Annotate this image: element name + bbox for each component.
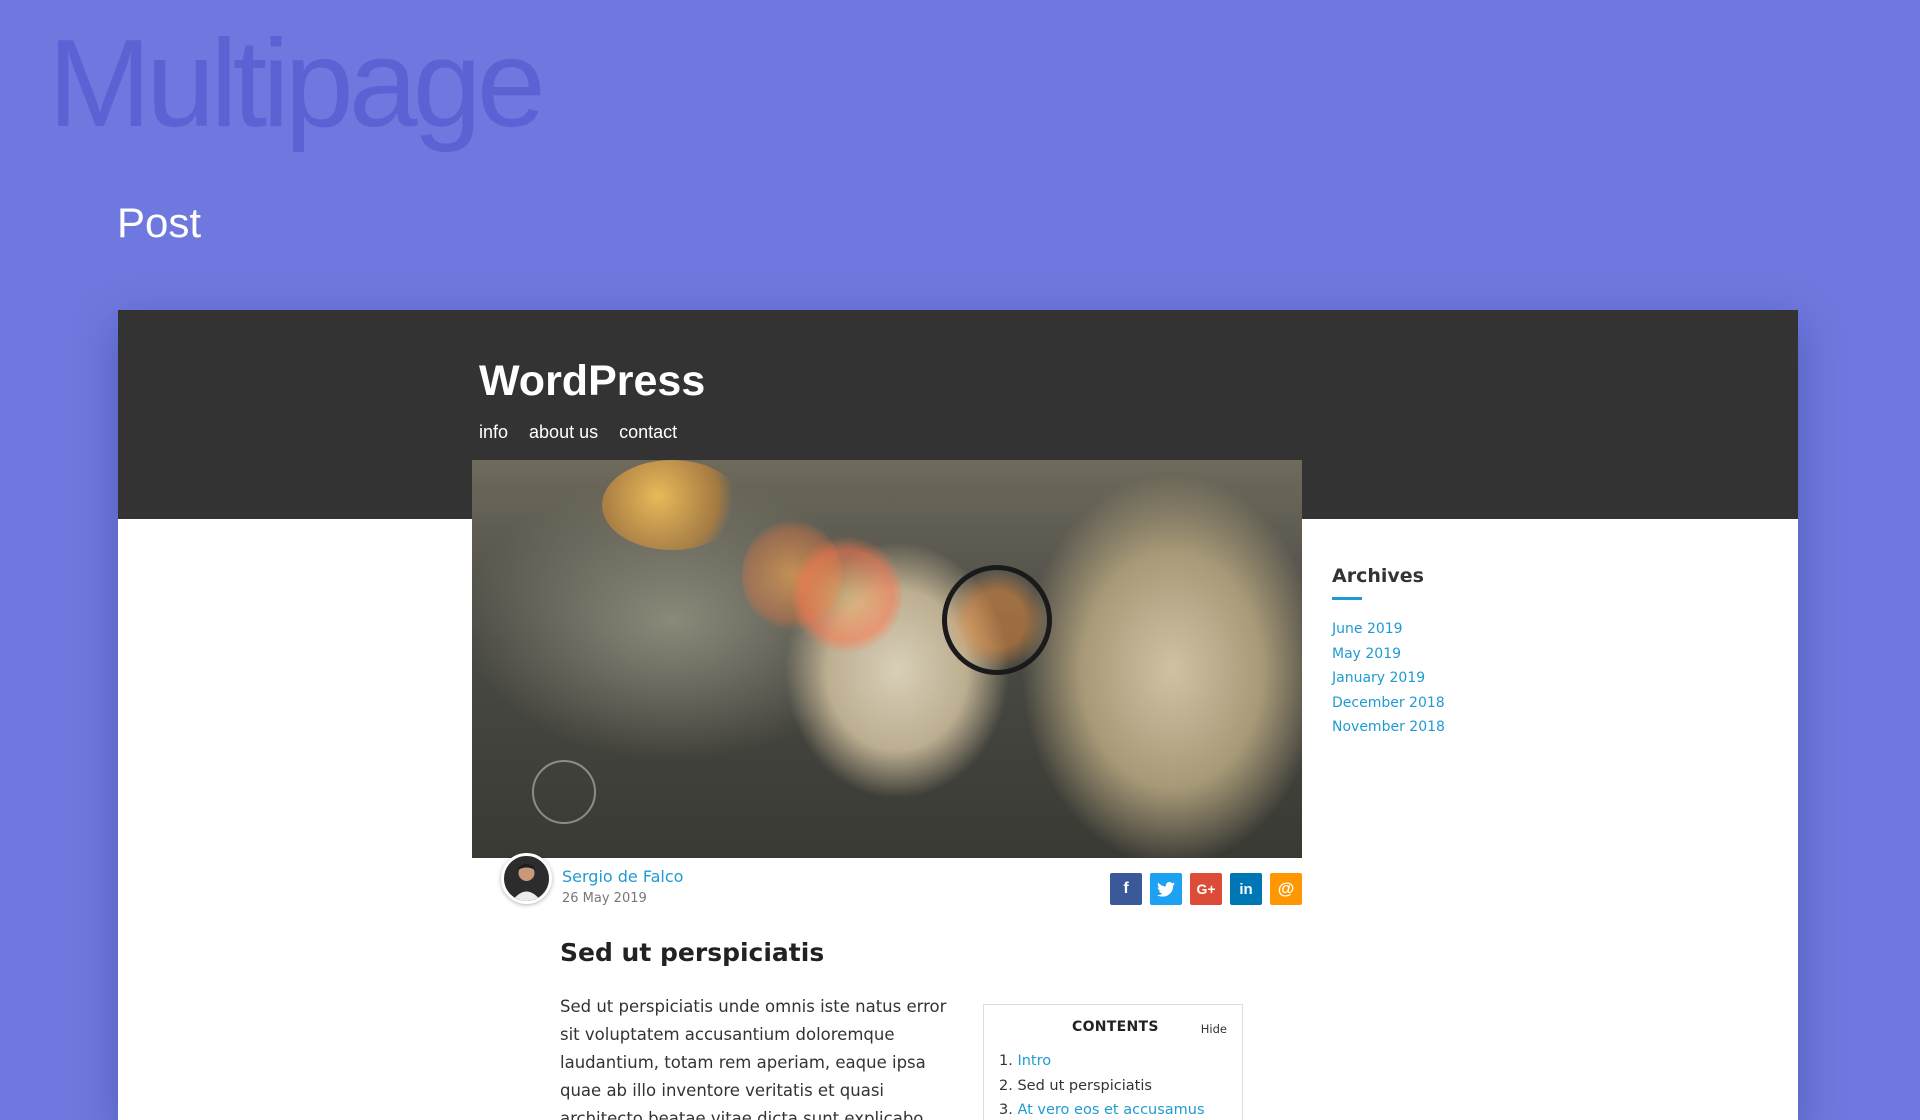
- post-title: Sed ut perspiciatis: [560, 938, 825, 967]
- archives-list: June 2019 May 2019 January 2019 December…: [1332, 617, 1445, 740]
- nav-item-about-us[interactable]: about us: [529, 422, 598, 443]
- post-body: Sed ut perspiciatis unde omnis iste natu…: [560, 997, 947, 1120]
- bubble-shape: [942, 565, 1052, 675]
- archive-link[interactable]: January 2019: [1332, 666, 1445, 691]
- toc-item: 2. Sed ut perspiciatis: [999, 1074, 1205, 1099]
- bubble-shape: [602, 460, 742, 550]
- site-nav: info about us contact: [479, 422, 677, 443]
- post-date: 26 May 2019: [562, 891, 647, 906]
- linkedin-icon[interactable]: in: [1230, 873, 1262, 905]
- table-of-contents: CONTENTS Hide 1. Intro 2. Sed ut perspic…: [983, 1004, 1243, 1120]
- toc-link-intro[interactable]: Intro: [1017, 1053, 1051, 1069]
- email-icon[interactable]: @: [1270, 873, 1302, 905]
- bubble-shape: [792, 535, 902, 655]
- author-name[interactable]: Sergio de Falco: [562, 867, 683, 886]
- site-preview: WordPress info about us contact Sergio d…: [118, 310, 1798, 1120]
- toc-hide-button[interactable]: Hide: [1201, 1022, 1227, 1036]
- toc-item: 1. Intro: [999, 1049, 1205, 1074]
- archives-heading: Archives: [1332, 565, 1424, 587]
- heading-underline: [1332, 597, 1362, 600]
- toc-item-number: 2.: [999, 1077, 1013, 1094]
- toc-item: 3. At vero eos et accusamus: [999, 1098, 1205, 1120]
- toc-heading: CONTENTS: [1072, 1019, 1159, 1035]
- site-title[interactable]: WordPress: [479, 360, 705, 403]
- toc-item-number: 1.: [999, 1053, 1013, 1069]
- nav-item-contact[interactable]: contact: [619, 422, 677, 443]
- author-avatar[interactable]: [501, 853, 552, 904]
- google-plus-icon[interactable]: G+: [1190, 873, 1222, 905]
- toc-item-number: 3.: [999, 1102, 1013, 1118]
- archive-link[interactable]: June 2019: [1332, 617, 1445, 642]
- section-title: Post: [117, 199, 202, 246]
- archive-link[interactable]: December 2018: [1332, 691, 1445, 716]
- toc-item-current: Sed ut perspiciatis: [1017, 1077, 1152, 1094]
- toc-link-at-vero[interactable]: At vero eos et accusamus: [1017, 1102, 1204, 1118]
- facebook-icon[interactable]: f: [1110, 873, 1142, 905]
- toc-list: 1. Intro 2. Sed ut perspiciatis 3. At ve…: [999, 1049, 1205, 1120]
- share-buttons: f G+ in @: [1110, 873, 1302, 905]
- bubble-shape: [532, 760, 596, 824]
- brand-watermark: Multipage: [48, 15, 546, 153]
- nav-item-info[interactable]: info: [479, 422, 508, 443]
- archive-link[interactable]: November 2018: [1332, 715, 1445, 740]
- archive-link[interactable]: May 2019: [1332, 642, 1445, 667]
- hero-image: [472, 460, 1302, 858]
- twitter-icon[interactable]: [1150, 873, 1182, 905]
